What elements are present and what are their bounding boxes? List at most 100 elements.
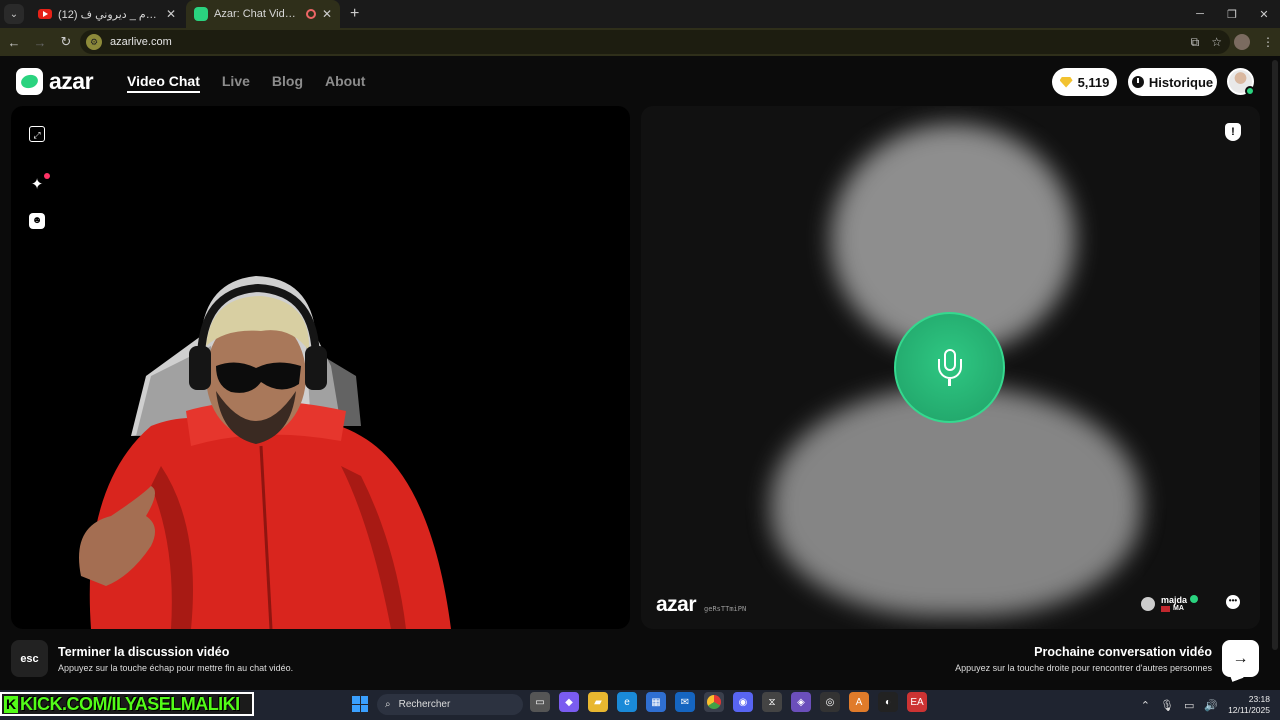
mail-icon[interactable]: ✉	[675, 692, 695, 712]
watermark-logo: azar	[656, 593, 697, 616]
partner-country: MA	[1161, 605, 1198, 612]
bookmark-star-icon[interactable]: ☆	[1211, 35, 1222, 49]
file-explorer-icon[interactable]: ▰	[588, 692, 608, 712]
microphone-tray-icon[interactable]: 🎙	[1160, 699, 1174, 712]
browser-menu-icon[interactable]: ⋮	[1262, 35, 1274, 49]
app-icon[interactable]: ◐	[878, 692, 898, 712]
browser-profile-icon[interactable]	[1234, 34, 1250, 50]
partner-video-panel: ! azar geRsTTmiPN majda MA •••	[641, 106, 1260, 629]
recording-icon	[305, 9, 316, 19]
end-chat-hint: Terminer la discussion vidéo Appuyez sur…	[58, 645, 293, 673]
youtube-icon	[38, 9, 52, 19]
tab-title: Azar: Chat Vidéo, Rencontre...	[214, 8, 300, 20]
discord-icon[interactable]: ◉	[733, 692, 753, 712]
tab-title: (12) مجموعة السهام _ ديروني ف...	[58, 8, 160, 21]
tab-close-icon[interactable]: ✕	[166, 7, 176, 21]
gamepad-icon[interactable]: ◈	[791, 692, 811, 712]
watermark-code: geRsTTmiPN	[704, 605, 747, 613]
chevron-up-icon[interactable]: ⌃	[1141, 699, 1150, 712]
copilot-icon[interactable]: ◆	[559, 692, 579, 712]
toolbar-actions: ⧉ ☆ ⋮	[1191, 28, 1274, 56]
clock-time: 23:18	[1248, 694, 1270, 704]
reload-icon[interactable]: ↻	[54, 34, 78, 50]
online-status-icon	[1245, 86, 1255, 96]
close-window-icon[interactable]: ✕	[1248, 8, 1280, 21]
self-video-feed	[79, 276, 451, 629]
expand-icon[interactable]: ⤢	[29, 126, 45, 142]
next-chat-hint: Prochaine conversation vidéo Appuyez sur…	[955, 645, 1212, 673]
site-header: azar Video Chat Live Blog About 5,119 Hi…	[0, 56, 1270, 106]
nav-live[interactable]: Live	[222, 73, 250, 93]
azar-logo[interactable]: azar	[16, 68, 94, 95]
notification-dot	[44, 173, 50, 179]
esc-button[interactable]: esc	[11, 640, 48, 677]
back-icon[interactable]: ←	[2, 35, 26, 50]
window-controls: ─ ❐ ✕	[1184, 0, 1280, 28]
clock-icon	[1131, 76, 1144, 88]
user-avatar[interactable]	[1227, 68, 1255, 96]
search-icon: ⌕	[385, 699, 391, 710]
search-placeholder: Rechercher	[398, 699, 451, 710]
store-icon[interactable]: ▦	[646, 692, 666, 712]
forward-icon[interactable]: →	[28, 35, 52, 50]
ea-app-icon[interactable]: EA	[907, 692, 927, 712]
tab-azar[interactable]: Azar: Chat Vidéo, Rencontre... ✕	[186, 0, 340, 28]
end-chat-title: Terminer la discussion vidéo	[58, 645, 230, 659]
tab-close-icon[interactable]: ✕	[322, 7, 332, 21]
kick-overlay-banner: K KICK.COM/ILYASELMALIKI	[0, 692, 254, 716]
browser-toolbar: ← → ↻ ⚙ azarlive.com ⧉ ☆ ⋮	[0, 28, 1280, 56]
page-scrollbar[interactable]	[1272, 60, 1278, 650]
azar-favicon-icon	[194, 7, 208, 21]
effects-sparkle-icon[interactable]: ✦	[29, 177, 45, 193]
kick-url-text: KICK.COM/ILYASELMALIKI	[20, 693, 240, 714]
logo-text: azar	[49, 68, 94, 94]
url-text: azarlive.com	[110, 36, 172, 48]
verified-icon	[1190, 595, 1199, 603]
install-app-icon[interactable]: ⧉	[1191, 35, 1200, 50]
minimize-icon[interactable]: ─	[1184, 8, 1216, 20]
windows-start-icon[interactable]	[352, 696, 368, 712]
address-bar[interactable]: ⚙ azarlive.com	[80, 30, 1230, 54]
azar-app: azar Video Chat Live Blog About 5,119 Hi…	[0, 56, 1280, 690]
display-icon[interactable]: ▭	[1184, 699, 1194, 712]
tab-youtube[interactable]: (12) مجموعة السهام _ ديروني ف... ✕	[30, 0, 184, 28]
chrome-icon[interactable]	[704, 692, 724, 712]
history-label: Historique	[1148, 74, 1214, 90]
azar-logo-icon	[16, 68, 43, 95]
audio-only-mic-indicator	[894, 312, 1005, 423]
edge-icon[interactable]: e	[617, 692, 637, 712]
obs-icon[interactable]: ◎	[820, 692, 840, 712]
report-shield-icon[interactable]: !	[1225, 123, 1241, 141]
browser-tab-bar: ⌄ (12) مجموعة السهام _ ديروني ف... ✕ Aza…	[0, 0, 1280, 28]
history-button[interactable]: Historique	[1128, 68, 1217, 96]
volume-icon[interactable]: 🔊	[1204, 699, 1218, 712]
end-chat-subtitle: Appuyez sur la touche échap pour mettre …	[58, 663, 294, 673]
next-chat-subtitle: Appuyez sur la touche droite pour rencon…	[955, 663, 1212, 673]
taskbar-search[interactable]: ⌕ Rechercher	[377, 694, 523, 715]
chat-bubble-icon[interactable]: •••	[1226, 595, 1240, 609]
gems-button[interactable]: 5,119	[1052, 68, 1117, 96]
kick-logo-icon: K	[4, 696, 18, 713]
tab-search-icon[interactable]: ⌄	[4, 4, 24, 24]
task-view-icon[interactable]: ▭	[530, 692, 550, 712]
partner-info[interactable]: majda MA	[1141, 595, 1199, 612]
microphone-icon	[937, 348, 962, 387]
flag-icon	[1161, 605, 1170, 612]
main-nav: Video Chat Live Blog About	[127, 73, 365, 93]
illustrator-icon[interactable]: A	[849, 692, 869, 712]
capcut-icon[interactable]: ⧖	[762, 692, 782, 712]
nav-about[interactable]: About	[325, 73, 365, 93]
site-info-icon[interactable]: ⚙	[86, 34, 102, 50]
system-clock[interactable]: 23:18 12/11/2025	[1228, 694, 1270, 716]
gems-count: 5,119	[1077, 74, 1110, 90]
nav-video-chat[interactable]: Video Chat	[127, 73, 200, 93]
arrow-right-icon: →	[1232, 649, 1249, 667]
system-tray: ⌃ 🎙 ▭ 🔊 23:18 12/11/2025	[1141, 690, 1270, 720]
gem-icon	[1059, 76, 1073, 88]
new-tab-icon[interactable]: +	[350, 5, 359, 23]
azar-watermark: azar geRsTTmiPN	[656, 593, 746, 617]
face-filter-icon[interactable]: ☻	[29, 213, 45, 229]
partner-name: majda	[1161, 595, 1199, 605]
restore-icon[interactable]: ❐	[1216, 8, 1248, 21]
nav-blog[interactable]: Blog	[272, 73, 303, 93]
